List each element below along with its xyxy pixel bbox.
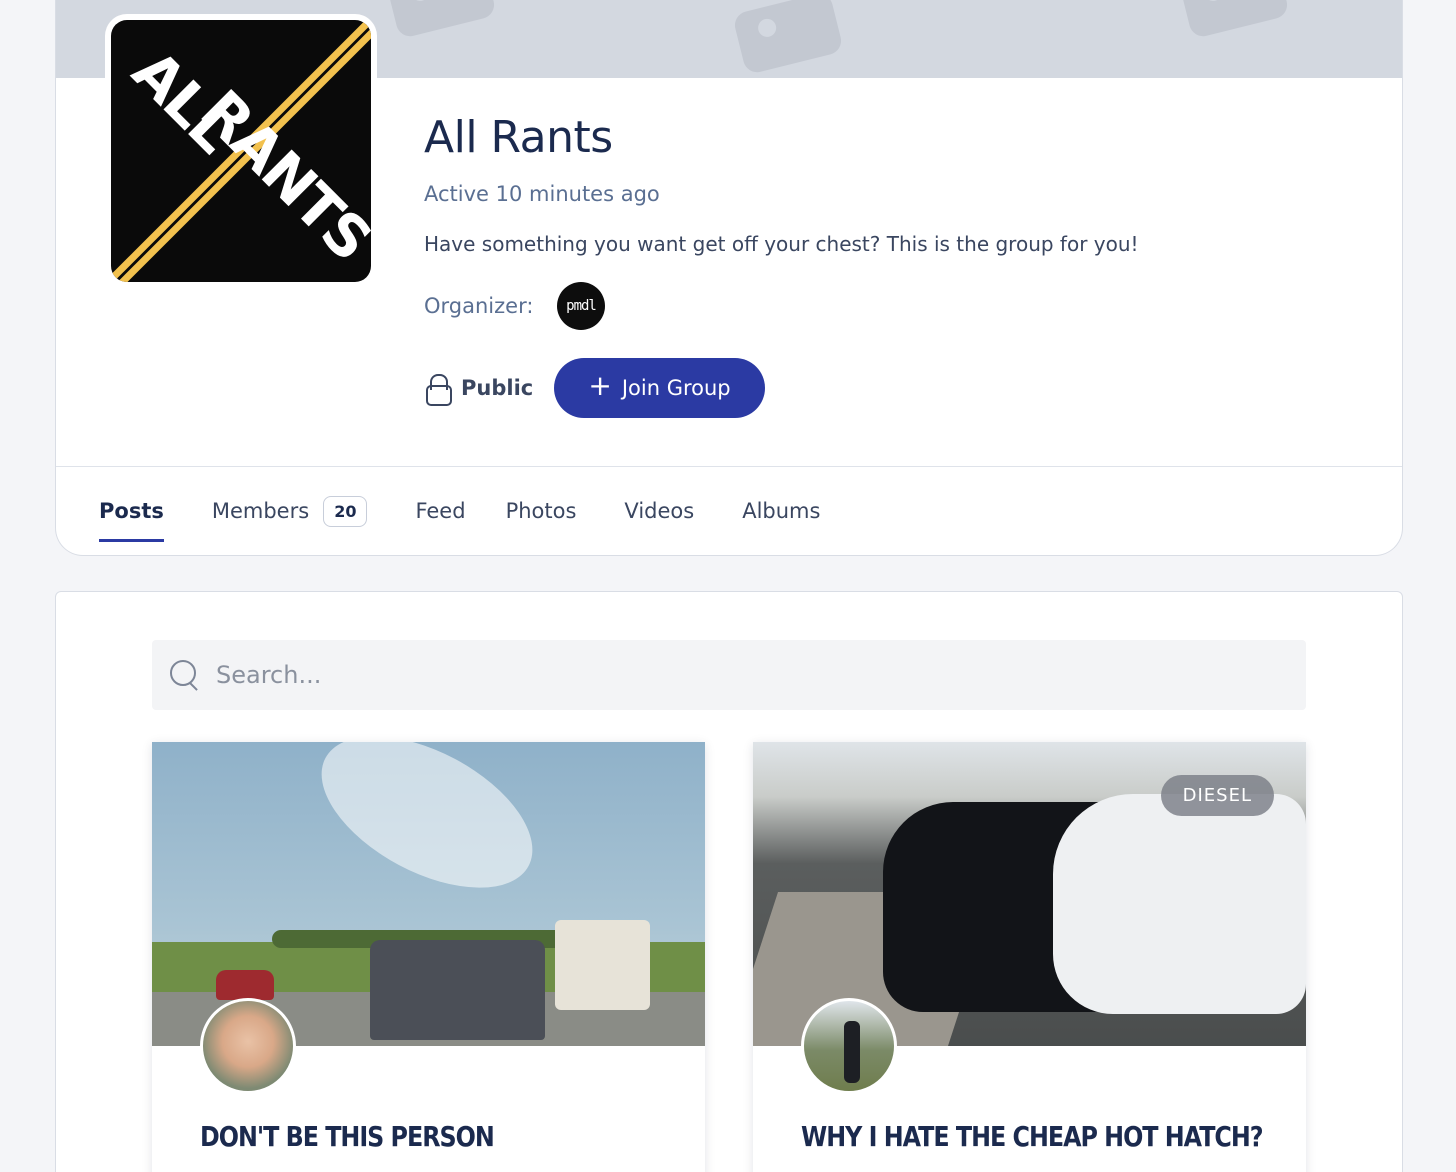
privacy-label: Public — [461, 376, 534, 400]
privacy-status: Public — [426, 374, 534, 406]
organizer-avatar[interactable]: pmdl — [557, 282, 605, 330]
search-bar — [152, 640, 1306, 710]
join-group-button[interactable]: + Join Group — [554, 358, 765, 418]
group-description: Have something you want get off your che… — [424, 232, 1139, 256]
tab-members[interactable]: Members 20 — [212, 494, 368, 528]
image-placeholder-icon — [731, 0, 845, 76]
group-avatar-frame: ALL RANTS — [105, 14, 377, 286]
posts-panel: DON'T BE THIS PERSON DIESEL WHY I HATE T… — [55, 591, 1403, 1172]
search-icon — [170, 660, 200, 690]
post-title[interactable]: DON'T BE THIS PERSON — [200, 1120, 495, 1153]
author-avatar[interactable] — [801, 998, 897, 1094]
tab-videos[interactable]: Videos — [624, 494, 694, 528]
tab-feed[interactable]: Feed — [415, 494, 465, 528]
image-detail — [1053, 794, 1306, 1014]
tab-members-label: Members — [211, 499, 310, 523]
image-placeholder-icon — [1177, 0, 1291, 40]
search-input[interactable] — [216, 640, 1306, 710]
image-detail — [216, 970, 274, 1000]
post-card[interactable]: DON'T BE THIS PERSON — [152, 742, 705, 1172]
tab-photos[interactable]: Photos — [506, 494, 577, 528]
author-avatar[interactable] — [200, 998, 296, 1094]
group-title: All Rants — [424, 112, 613, 163]
group-avatar: ALL RANTS — [111, 20, 371, 282]
category-badge[interactable]: DIESEL — [1160, 775, 1274, 816]
group-tabs: Posts Members 20 Feed Photos Videos Albu… — [99, 494, 820, 542]
post-title[interactable]: WHY I HATE THE CHEAP HOT HATCH? — [801, 1120, 1264, 1153]
post-card[interactable]: DIESEL WHY I HATE THE CHEAP HOT HATCH? — [753, 742, 1306, 1172]
plus-icon: + — [588, 369, 612, 402]
members-count-badge: 20 — [323, 495, 368, 527]
group-header-card: ALL RANTS All Rants Active 10 minutes ag… — [55, 0, 1403, 556]
tabs-divider — [56, 466, 1402, 467]
image-detail — [555, 920, 650, 1010]
image-detail — [297, 742, 557, 919]
join-group-label: Join Group — [621, 376, 731, 400]
organizer-label: Organizer: — [424, 294, 534, 318]
tab-albums[interactable]: Albums — [742, 494, 820, 528]
tab-posts[interactable]: Posts — [99, 494, 164, 542]
last-active: Active 10 minutes ago — [424, 182, 660, 206]
image-placeholder-icon — [384, 0, 498, 40]
lock-icon — [426, 374, 452, 406]
image-detail — [370, 940, 545, 1040]
